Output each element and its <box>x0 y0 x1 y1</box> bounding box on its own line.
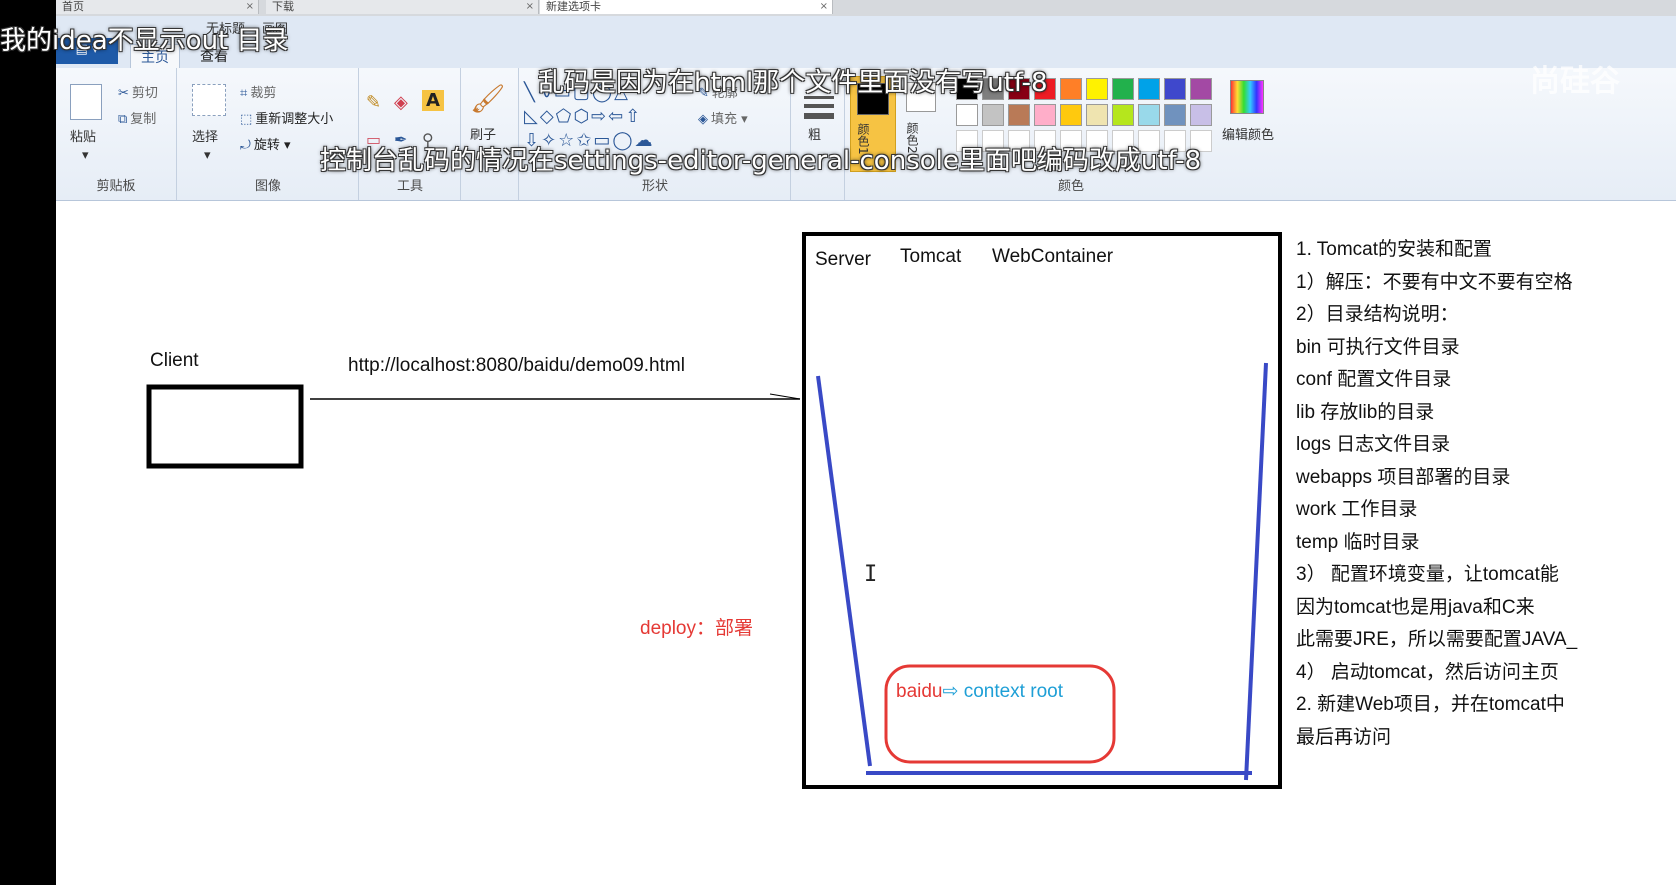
note-line: webapps 项目部署的目录 <box>1296 466 1511 488</box>
note-line: work 工作目录 <box>1296 499 1418 520</box>
note-line: 3） 配置环境变量，让tomcat能 <box>1296 564 1559 585</box>
subtitle-line-1: 乱码是因为在html那个文件里面没有写utf-8 <box>538 68 1048 98</box>
note-line: conf 配置文件目录 <box>1296 369 1452 390</box>
text-cursor-icon: I <box>864 562 878 587</box>
tomcat-label: Tomcat <box>900 246 962 267</box>
container-left-wall <box>816 375 872 767</box>
note-line: 1）解压：不要有中文不要有空格 <box>1296 271 1573 293</box>
request-url: http://localhost:8080/baidu/demo09.html <box>348 355 685 376</box>
subtitle-line-2: 控制台乱码的情况在settings-editor-general-console… <box>320 146 1202 176</box>
note-line: lib 存放lib的目录 <box>1296 401 1435 423</box>
client-label: Client <box>150 350 199 371</box>
app-name: baidu <box>896 681 943 702</box>
watermark-logo: 尚硅谷 <box>1530 64 1620 99</box>
container-right-wall <box>1244 362 1268 781</box>
note-line: logs 日志文件目录 <box>1296 434 1451 455</box>
webcontainer-label: WebContainer <box>992 246 1114 267</box>
note-line: 1. Tomcat的安装和配置 <box>1296 239 1493 260</box>
server-box <box>802 232 1282 789</box>
note-line: 因为tomcat也是用java和C来 <box>1296 596 1535 618</box>
note-line: 此需要JRE，所以需要配置JAVA_ <box>1296 629 1578 650</box>
note-line: bin 可执行文件目录 <box>1296 336 1460 358</box>
server-label: Server <box>815 249 871 270</box>
deploy-label: deploy：部署 <box>640 618 753 639</box>
note-line: 最后再访问 <box>1296 726 1392 748</box>
arrow-right-icon: ⇨ <box>942 681 959 702</box>
paint-window: 首页 × 下载 × 新建选项卡 × 无标题 画图 ▤ ▾ 主页 查看 粘贴 ▾ ✂ 剪切… <box>56 0 1676 885</box>
context-root-label: context root <box>963 681 1063 702</box>
client-box <box>146 384 304 469</box>
note-line: 2. 新建Web项目，并在tomcat中 <box>1296 694 1565 715</box>
note-line: temp 临时目录 <box>1296 531 1420 553</box>
overlay-top-left: 我的idea不显示out 目录 <box>0 26 289 56</box>
context-root-text: baidu⇨ context root <box>896 680 1063 703</box>
note-line: 4） 启动tomcat，然后访问主页 <box>1296 661 1559 683</box>
note-line: 2）目录结构说明： <box>1296 304 1459 325</box>
notes-panel: 1. Tomcat的安装和配置 1）解压：不要有中文不要有空格 2）目录结构说明… <box>1296 234 1586 754</box>
